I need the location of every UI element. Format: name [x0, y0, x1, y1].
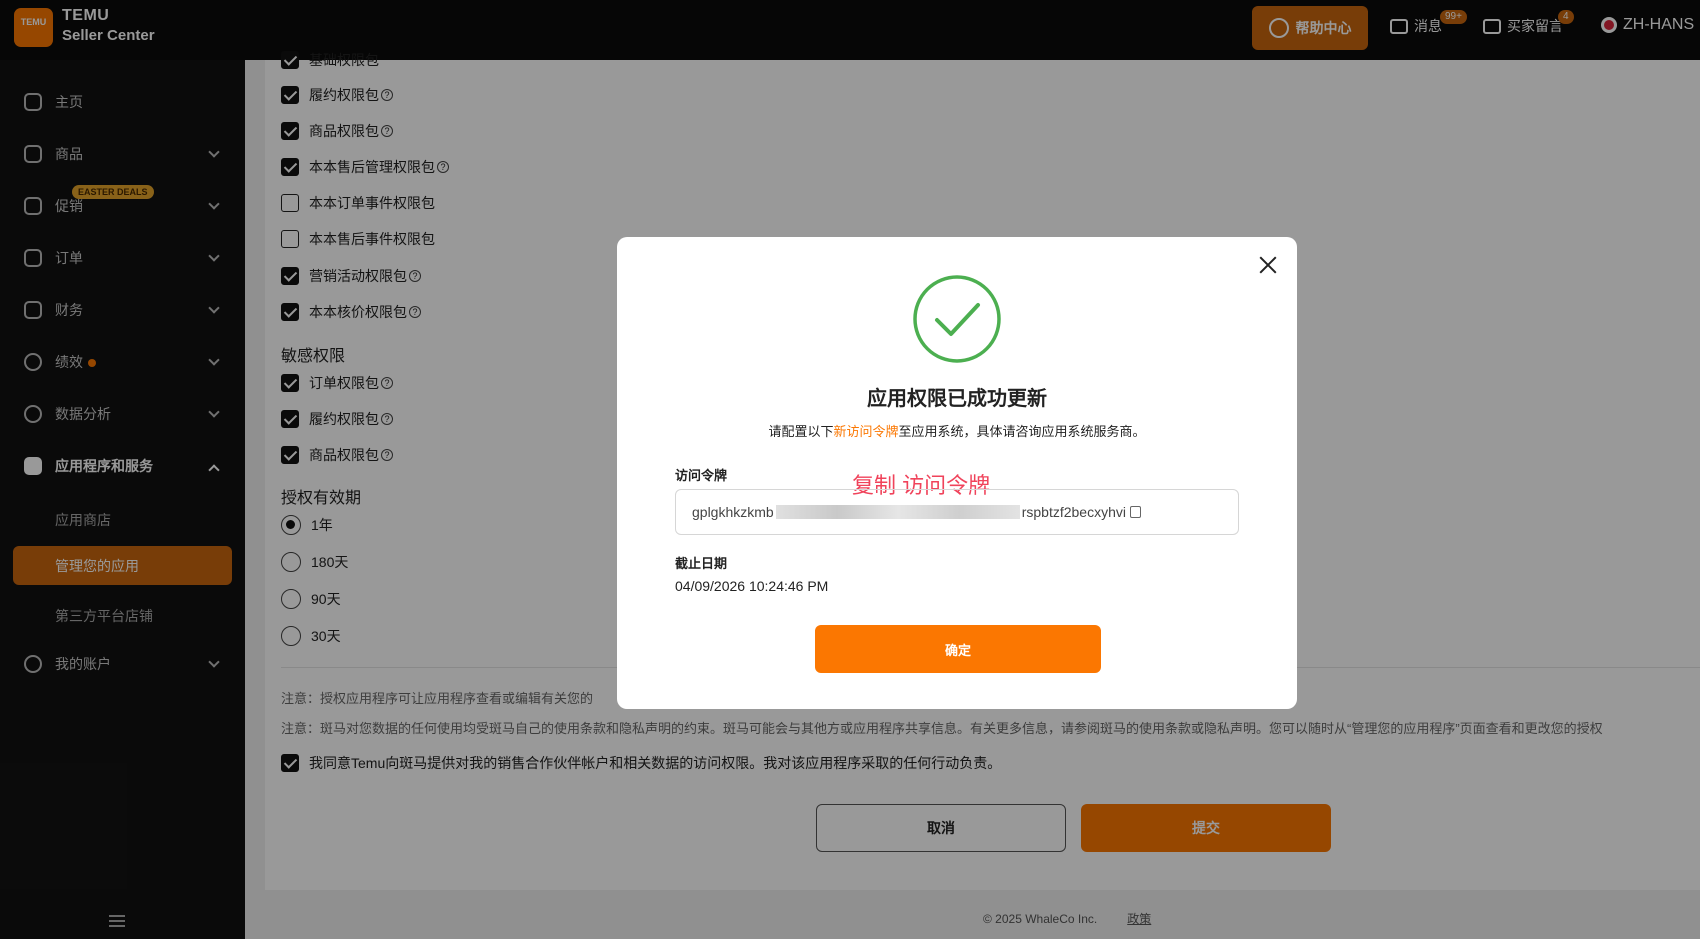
modal-description: 请配置以下新访问令牌至应用系统，具体请咨询应用系统服务商。 — [768, 424, 1146, 439]
token-end: rspbtzf2becxyhvi — [1021, 504, 1126, 520]
access-token-field[interactable]: gplgkhkzkmb rspbtzf2becxyhvi — [675, 489, 1239, 535]
token-label: 访问令牌 — [675, 468, 728, 483]
new-token-highlight: 新访问令牌 — [833, 424, 899, 439]
token-start: gplgkhkzkmb — [692, 504, 774, 520]
confirm-button[interactable]: 确定 — [815, 625, 1101, 673]
modal-title: 应用权限已成功更新 — [867, 388, 1047, 410]
expiry-value: 04/09/2026 10:24:46 PM — [675, 578, 829, 594]
close-icon[interactable] — [1258, 255, 1278, 275]
token-redacted — [775, 505, 1020, 519]
success-modal: 应用权限已成功更新 请配置以下新访问令牌至应用系统，具体请咨询应用系统服务商。 … — [617, 237, 1297, 709]
copy-icon[interactable] — [1129, 506, 1141, 518]
expiry-label: 截止日期 — [675, 556, 728, 571]
success-check-icon — [913, 275, 1001, 363]
